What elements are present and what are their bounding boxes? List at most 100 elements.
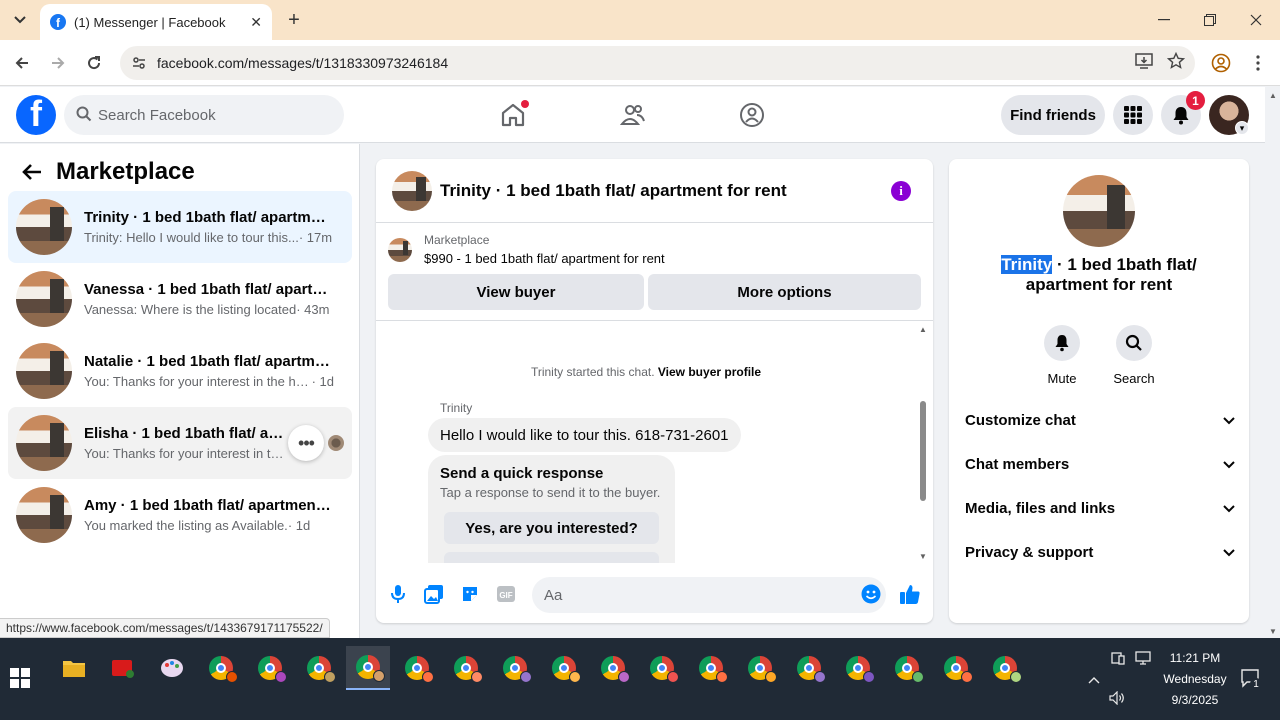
facebook-search[interactable] <box>64 95 344 135</box>
marketplace-label: Marketplace <box>424 233 490 247</box>
site-settings-icon[interactable] <box>128 52 150 74</box>
listing-thumbnail <box>16 199 72 255</box>
thumbs-up-icon[interactable] <box>898 582 922 606</box>
chrome-icon[interactable] <box>591 646 635 690</box>
conversation-time: · 1d <box>287 518 311 533</box>
device-tray-icon[interactable] <box>1110 650 1126 666</box>
search-input[interactable] <box>98 106 318 124</box>
menu-grid-icon[interactable] <box>1113 95 1153 135</box>
chrome-icon[interactable] <box>836 646 880 690</box>
listing-photo[interactable] <box>1063 175 1135 247</box>
info-icon[interactable]: i <box>891 181 911 201</box>
quick-response-option[interactable] <box>444 552 659 563</box>
friends-icon[interactable] <box>613 95 653 135</box>
new-tab-button[interactable]: + <box>282 8 306 32</box>
conversation-item[interactable]: Vanessa · 1 bed 1bath flat/ apartm... Va… <box>8 263 352 335</box>
listing-summary[interactable]: Marketplace $990 - 1 bed 1bath flat/ apa… <box>388 233 665 266</box>
chrome-icon[interactable] <box>934 646 978 690</box>
chrome-icon[interactable] <box>444 646 488 690</box>
marketplace-sidebar: Marketplace Trinity · 1 bed 1bath flat/ … <box>0 144 360 638</box>
chrome-icon[interactable] <box>199 646 243 690</box>
media-app-icon[interactable] <box>101 646 145 690</box>
conversation-item[interactable]: Natalie · 1 bed 1bath flat/ apartme... Y… <box>8 335 352 407</box>
tab-close-icon[interactable]: ✕ <box>250 14 262 31</box>
facebook-logo-icon[interactable]: f <box>16 95 56 135</box>
back-arrow-icon[interactable] <box>10 51 34 75</box>
chat-scrollbar[interactable]: ▲ ▼ <box>916 321 931 563</box>
chrome-icon[interactable] <box>542 646 586 690</box>
browser-menu-icon[interactable] <box>1246 51 1270 75</box>
conversation-item[interactable]: Elisha · 1 bed 1bath flat/ apartm You: T… <box>8 407 352 479</box>
mute-label: Mute <box>1047 371 1077 386</box>
paint-app-icon[interactable] <box>150 646 194 690</box>
sticker-icon[interactable] <box>458 582 482 606</box>
chat-title[interactable]: Trinity · 1 bed 1bath flat/ apartment fo… <box>440 181 787 201</box>
conversation-time: · 43m <box>296 302 330 317</box>
volume-icon[interactable] <box>1108 690 1126 706</box>
file-explorer-icon[interactable] <box>52 646 96 690</box>
search-chat-button[interactable]: Search <box>1104 325 1164 386</box>
privacy-support-section[interactable]: Privacy & support <box>965 532 1235 572</box>
emoji-icon[interactable] <box>859 582 883 606</box>
listing-thumbnail[interactable] <box>392 170 432 211</box>
view-buyer-button[interactable]: View buyer <box>388 274 644 310</box>
profile-icon[interactable] <box>1209 51 1233 75</box>
groups-icon[interactable] <box>732 95 772 135</box>
listing-thumbnail <box>16 415 72 471</box>
message-input-wrapper[interactable] <box>532 577 886 613</box>
media-files-links-section[interactable]: Media, files and links <box>965 488 1235 528</box>
gif-icon[interactable]: GIF <box>494 582 518 606</box>
browser-tab[interactable]: f (1) Messenger | Facebook ✕ <box>40 4 272 40</box>
chrome-icon[interactable] <box>297 646 341 690</box>
install-app-icon[interactable] <box>1135 52 1153 73</box>
section-label: Privacy & support <box>965 543 1094 561</box>
home-icon[interactable] <box>493 95 533 135</box>
system-clock[interactable]: 11:21 PM Wednesday 9/3/2025 <box>1150 648 1240 711</box>
chrome-icon[interactable] <box>885 646 929 690</box>
mute-button[interactable]: Mute <box>1032 325 1092 386</box>
back-arrow-icon[interactable] <box>16 156 48 188</box>
conversation-preview: Trinity: Hello I would like to tour this… <box>84 230 299 245</box>
forward-arrow-icon[interactable] <box>46 51 70 75</box>
windows-start-icon[interactable] <box>10 668 34 692</box>
bookmark-star-icon[interactable] <box>1166 51 1186 73</box>
message-input[interactable] <box>544 586 824 604</box>
chrome-icon[interactable] <box>493 646 537 690</box>
chrome-icon[interactable] <box>983 646 1027 690</box>
conversation-item[interactable]: Amy · 1 bed 1bath flat/ apartment ... Yo… <box>8 479 352 551</box>
chrome-icon[interactable] <box>738 646 782 690</box>
page-scrollbar[interactable]: ▲ ▼ <box>1265 87 1280 638</box>
scroll-up-icon[interactable]: ▲ <box>919 325 927 334</box>
conversation-item[interactable]: Trinity · 1 bed 1bath flat/ apartmen... … <box>8 191 352 263</box>
more-options-icon[interactable]: ••• <box>288 425 324 461</box>
close-window-button[interactable] <box>1233 0 1279 40</box>
clock-time: 11:21 PM <box>1169 651 1221 665</box>
address-bar[interactable]: facebook.com/messages/t/1318330973246184 <box>120 46 1195 80</box>
scroll-thumb[interactable] <box>920 401 926 501</box>
chrome-icon[interactable] <box>395 646 439 690</box>
search-icon <box>76 106 92 125</box>
photo-icon[interactable] <box>422 582 446 606</box>
scroll-down-icon[interactable]: ▼ <box>919 552 927 561</box>
tab-search-chevron-icon[interactable] <box>8 8 32 32</box>
find-friends-button[interactable]: Find friends <box>1001 95 1105 135</box>
chrome-icon[interactable] <box>248 646 292 690</box>
chrome-icon[interactable] <box>689 646 733 690</box>
view-buyer-profile-link[interactable]: View buyer profile <box>658 365 761 379</box>
tab-title: (1) Messenger | Facebook <box>74 14 226 30</box>
quick-response-option[interactable]: Yes, are you interested? <box>444 512 659 544</box>
microphone-icon[interactable] <box>386 582 410 606</box>
chrome-icon[interactable] <box>640 646 684 690</box>
reload-icon[interactable] <box>82 51 106 75</box>
chrome-icon[interactable] <box>787 646 831 690</box>
account-chevron-icon[interactable]: ▾ <box>1235 121 1249 135</box>
show-hidden-icons-chevron-icon[interactable] <box>1086 672 1102 688</box>
minimize-button[interactable] <box>1141 0 1187 40</box>
action-center-icon[interactable]: 1 <box>1240 668 1262 690</box>
chrome-icon[interactable] <box>346 646 390 690</box>
restore-button[interactable] <box>1187 0 1233 40</box>
customize-chat-section[interactable]: Customize chat <box>965 400 1235 440</box>
section-label: Customize chat <box>965 411 1076 429</box>
more-options-button[interactable]: More options <box>648 274 921 310</box>
chat-members-section[interactable]: Chat members <box>965 444 1235 484</box>
